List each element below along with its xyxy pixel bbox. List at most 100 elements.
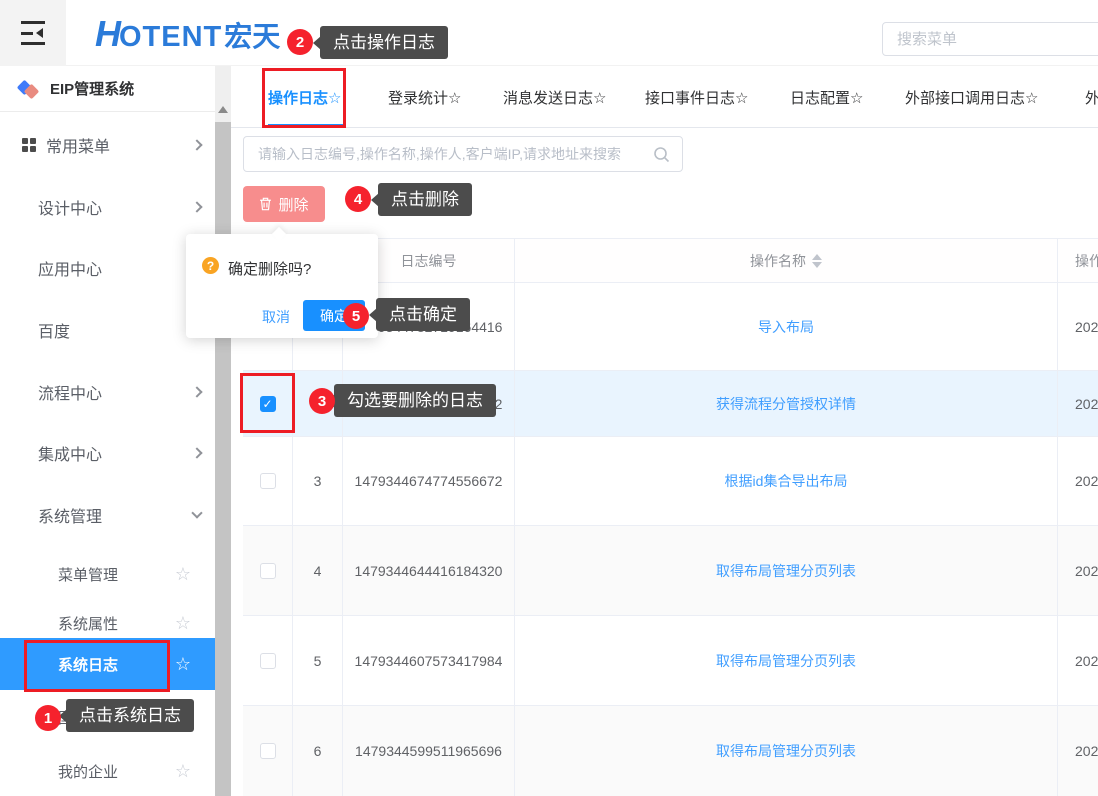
chevron-right-icon — [191, 447, 202, 458]
collapse-menu-icon — [21, 21, 45, 45]
sidebar-item-label: 我的企业 — [58, 761, 118, 782]
star-icon[interactable]: ☆ — [175, 564, 191, 585]
sidebar-title: EIP管理系统 — [50, 78, 134, 99]
chevron-right-icon — [191, 201, 202, 212]
scroll-up-arrow-icon[interactable] — [218, 106, 228, 113]
header-op-time[interactable]: 操作时间 — [1058, 239, 1098, 282]
tab-interface-event-log[interactable]: 接口事件日志☆ — [645, 72, 748, 126]
active-tab-indicator — [268, 124, 345, 127]
logo-h-mark: H — [95, 13, 119, 55]
row-log-id: 1479344644416184320 — [343, 526, 515, 615]
vertical-scrollbar[interactable] — [215, 66, 231, 796]
row-checkbox[interactable] — [260, 563, 276, 579]
collapse-menu-button[interactable] — [0, 0, 66, 66]
step-tooltip-1: 点击系统日志 — [66, 699, 194, 732]
row-op-name-link[interactable]: 导入布局 — [758, 317, 814, 337]
log-search-box — [243, 136, 683, 172]
row-log-id: 1479344607573417984 — [343, 616, 515, 705]
question-icon: ? — [202, 257, 219, 274]
scrollbar-thumb[interactable] — [215, 122, 231, 796]
table-row[interactable]: 6 1479344599511965696 取得布局管理分页列表 2022 — [243, 706, 1098, 796]
tab-login-stats[interactable]: 登录统计☆ — [388, 72, 461, 126]
row-op-name-link[interactable]: 根据id集合导出布局 — [725, 471, 848, 491]
header-op-name-label: 操作名称 — [750, 251, 806, 271]
chevron-right-icon — [191, 386, 202, 397]
delete-button[interactable]: 删除 — [243, 186, 325, 222]
row-op-time: 2022 — [1058, 706, 1098, 796]
sidebar-item-baidu[interactable]: 百度 — [0, 303, 215, 357]
sidebar-item-my-company[interactable]: 我的企业 ☆ — [0, 747, 215, 795]
sidebar-item-menu-management[interactable]: 菜单管理 ☆ — [0, 550, 215, 598]
tabs-divider — [231, 127, 1098, 128]
row-checkbox[interactable] — [260, 743, 276, 759]
logo-cn-text: 宏天 — [224, 15, 280, 55]
sidebar-item-label: 系统日志 — [58, 654, 118, 675]
sidebar-item-label: 流程中心 — [38, 380, 102, 404]
tab-operation-log[interactable]: 操作日志☆ — [268, 72, 341, 126]
table-row[interactable]: 4 1479344644416184320 取得布局管理分页列表 2022 — [243, 526, 1098, 616]
row-op-name-link[interactable]: 取得布局管理分页列表 — [716, 651, 856, 671]
star-icon[interactable]: ☆ — [175, 654, 191, 675]
row-op-time: 2022 — [1058, 371, 1098, 436]
table-row[interactable]: 5 1479344607573417984 取得布局管理分页列表 2022 — [243, 616, 1098, 706]
step-tooltip-4: 点击删除 — [378, 183, 472, 216]
step-badge-4: 4 — [345, 186, 371, 212]
step-tooltip-3: 勾选要删除的日志 — [334, 384, 496, 417]
row-index: 5 — [293, 616, 343, 705]
row-op-time: 2022 — [1058, 616, 1098, 705]
tab-log-config[interactable]: 日志配置☆ — [790, 72, 863, 126]
row-checkbox[interactable] — [260, 653, 276, 669]
eip-logo-icon — [18, 79, 40, 99]
sort-icon[interactable] — [812, 254, 822, 268]
sidebar-item-system-management[interactable]: 系统管理 — [0, 488, 215, 542]
row-op-name-link[interactable]: 取得布局管理分页列表 — [716, 741, 856, 761]
row-op-time: 2022 — [1058, 526, 1098, 615]
delete-button-label: 删除 — [278, 194, 308, 215]
sidebar-item-flow-center[interactable]: 流程中心 — [0, 365, 215, 419]
sidebar-item-label: 系统属性 — [58, 613, 118, 634]
table-row[interactable]: 3 1479344674774556672 根据id集合导出布局 2022 — [243, 437, 1098, 526]
log-search-input[interactable] — [244, 137, 682, 171]
sidebar-item-label: 百度 — [38, 318, 70, 342]
sidebar: EIP管理系统 常用菜单 设计中心 应用中心 百度 流程中心 集成中心 系统管理… — [0, 66, 215, 796]
row-index: 4 — [293, 526, 343, 615]
trash-icon — [259, 197, 272, 211]
row-index: 3 — [293, 437, 343, 525]
sidebar-item-integration-center[interactable]: 集成中心 — [0, 426, 215, 480]
sidebar-item-design-center[interactable]: 设计中心 — [0, 180, 215, 234]
row-op-time: 2022 — [1058, 283, 1098, 370]
logo-text: OTENT — [119, 21, 222, 54]
row-checkbox-checked[interactable]: ✓ — [260, 396, 276, 412]
tab-external-api-log[interactable]: 外部接口调用日志☆ — [905, 72, 1038, 126]
tab-message-send-log[interactable]: 消息发送日志☆ — [503, 72, 606, 126]
row-op-name-link[interactable]: 取得布局管理分页列表 — [716, 561, 856, 581]
tab-partial[interactable]: 外 — [1085, 72, 1098, 126]
sidebar-item-label: 常用菜单 — [46, 133, 110, 157]
menu-search-input[interactable] — [883, 23, 1098, 55]
row-checkbox[interactable] — [260, 473, 276, 489]
popover-arrow — [272, 227, 286, 241]
step-badge-2: 2 — [287, 29, 313, 55]
step-tooltip-5: 点击确定 — [376, 298, 470, 331]
sidebar-item-label: 应用中心 — [38, 256, 102, 280]
star-icon[interactable]: ☆ — [175, 761, 191, 782]
step-badge-3: 3 — [309, 388, 335, 414]
sidebar-item-label: 菜单管理 — [58, 564, 118, 585]
grid-icon — [22, 138, 36, 152]
sidebar-item-app-center[interactable]: 应用中心 — [0, 241, 215, 295]
row-op-name-link[interactable]: 获得流程分管授权详情 — [716, 394, 856, 414]
sidebar-item-system-log[interactable]: 系统日志 ☆ — [0, 638, 215, 690]
search-icon[interactable] — [653, 146, 670, 163]
chevron-right-icon — [191, 139, 202, 150]
cancel-button[interactable]: 取消 — [262, 307, 290, 327]
sidebar-item-label: 系统管理 — [38, 503, 102, 527]
sidebar-item-label: 集成中心 — [38, 441, 102, 465]
row-op-time: 2022 — [1058, 437, 1098, 525]
sidebar-item-common-menu[interactable]: 常用菜单 — [0, 118, 215, 172]
step-badge-1: 1 — [35, 705, 61, 731]
star-icon[interactable]: ☆ — [175, 613, 191, 634]
confirm-message: 确定删除吗? — [228, 258, 311, 279]
app-logo: HOTENT宏天 — [95, 13, 280, 55]
topbar: HOTENT宏天 — [0, 0, 1098, 66]
header-op-name[interactable]: 操作名称 — [515, 239, 1058, 282]
